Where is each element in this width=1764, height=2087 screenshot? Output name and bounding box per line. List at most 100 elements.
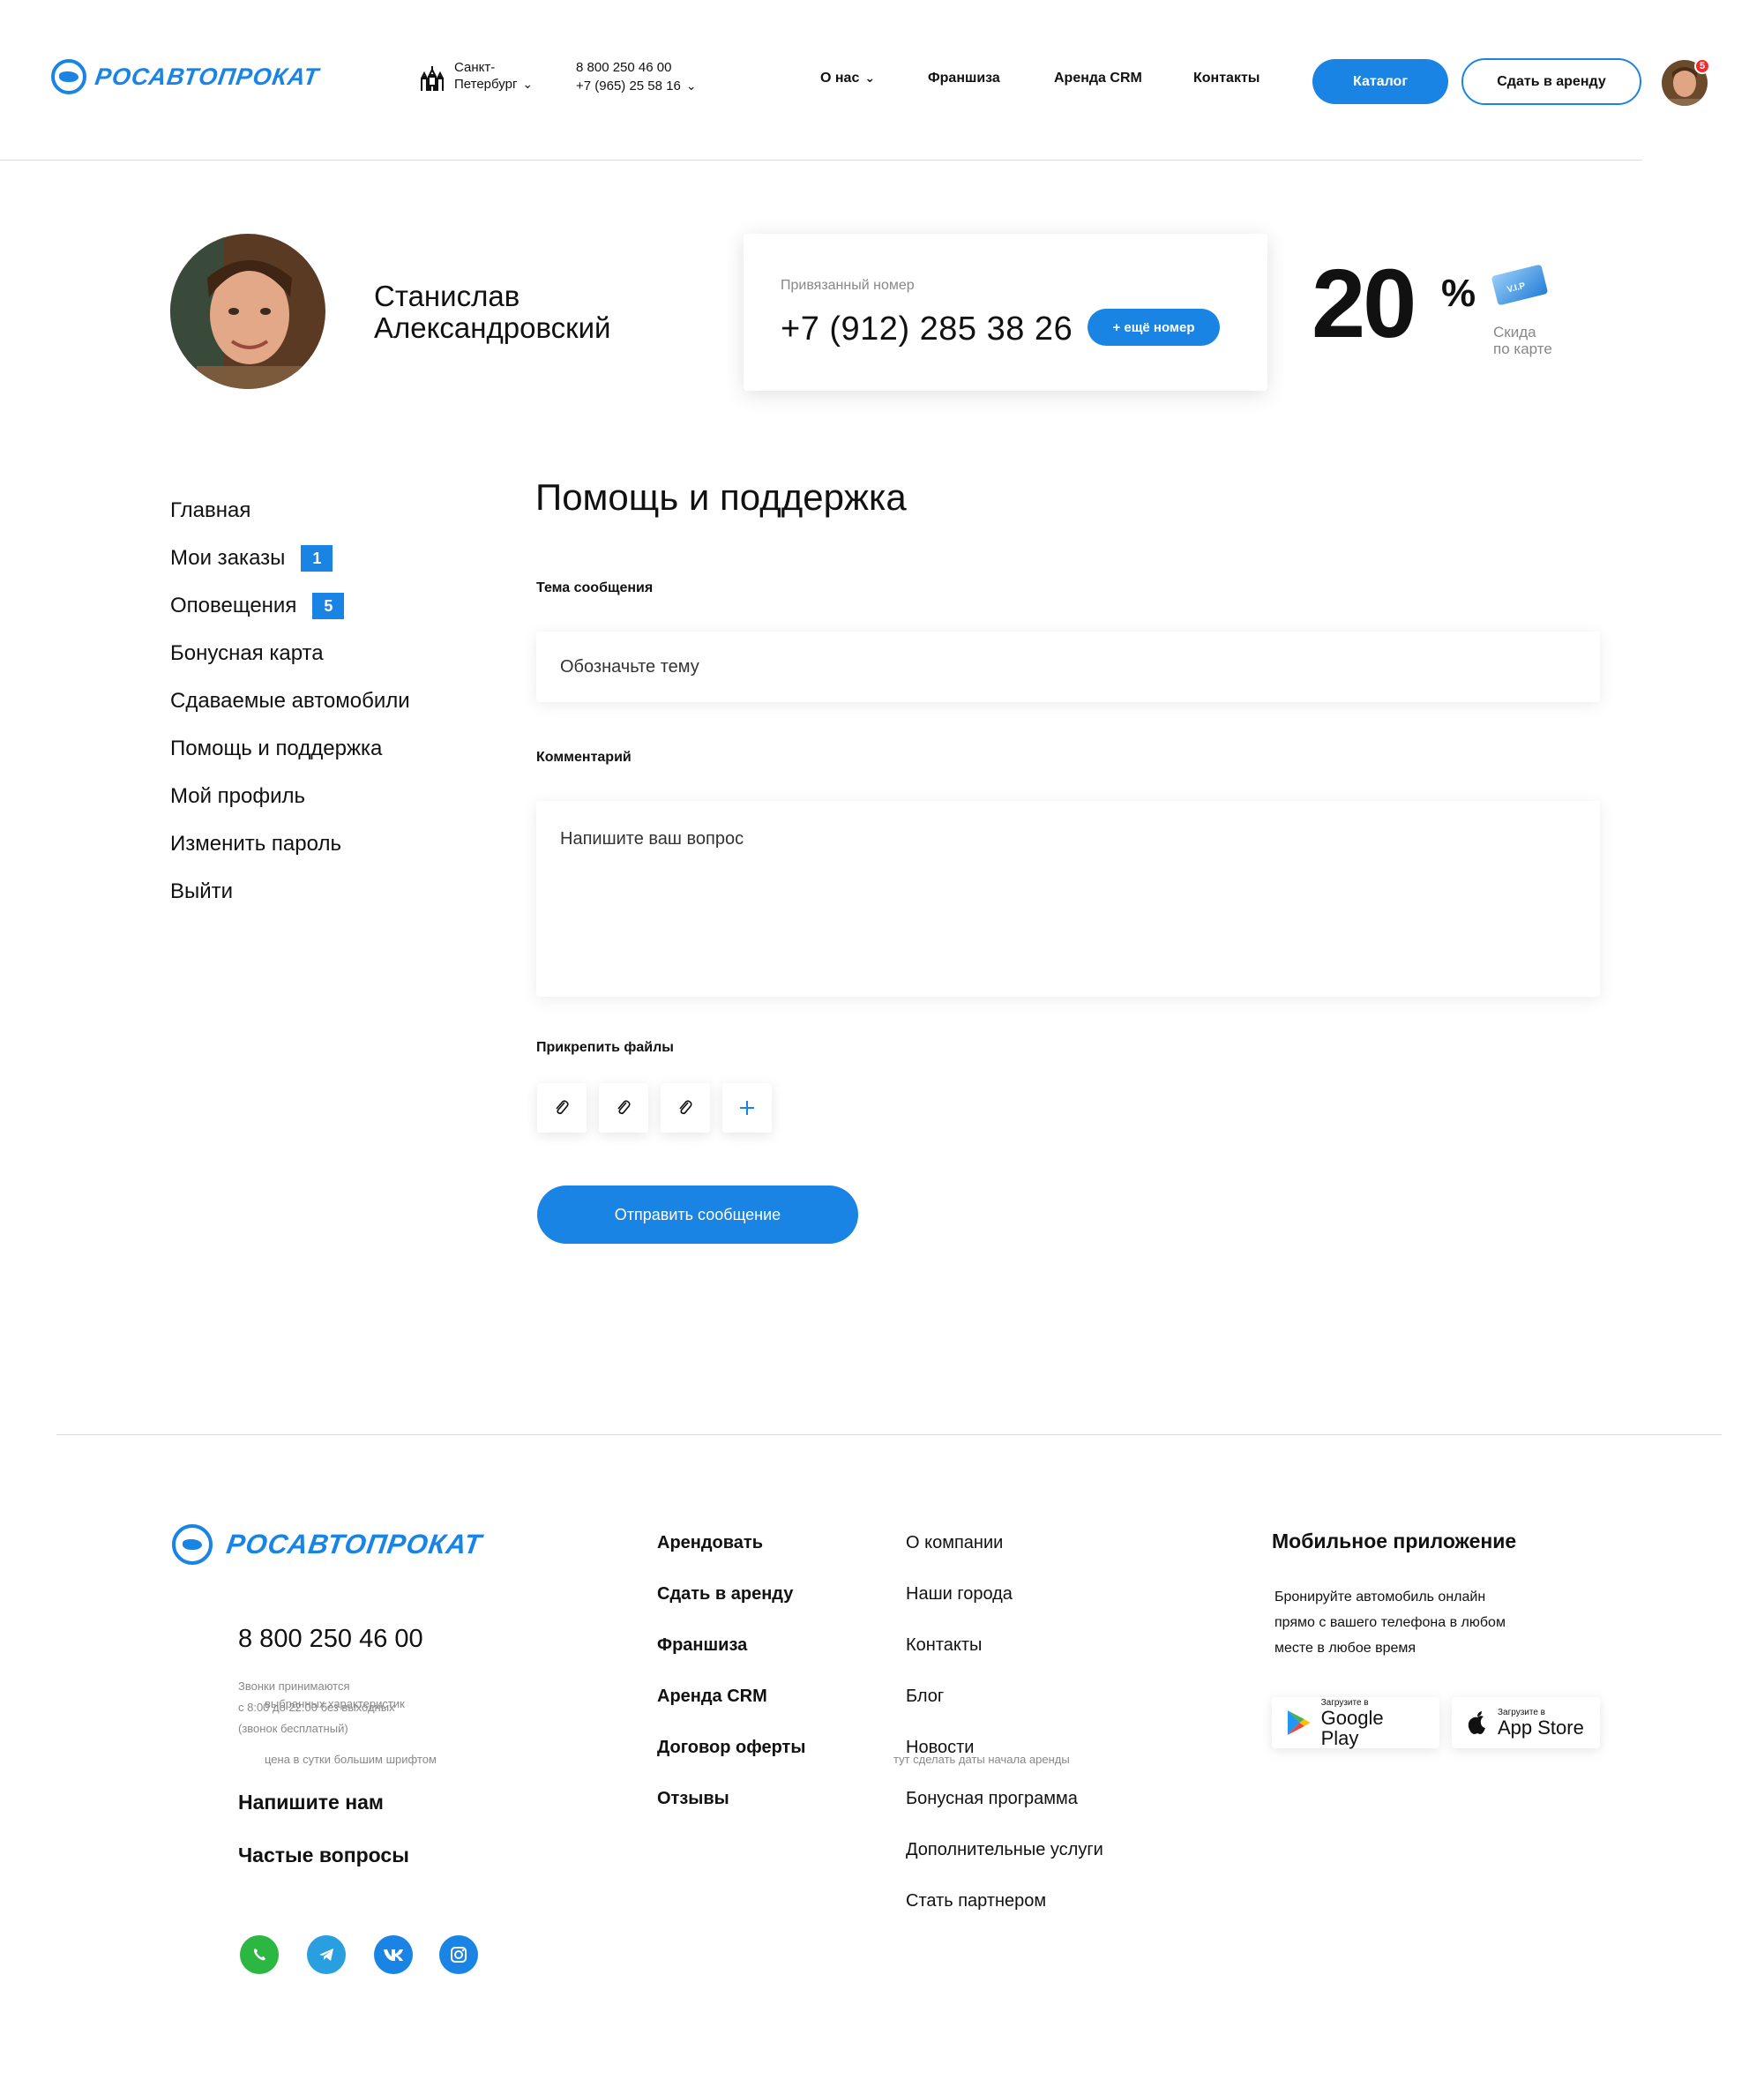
footer-link-rent-out[interactable]: Сдать в аренду: [657, 1584, 805, 1635]
sidebar-item-orders[interactable]: Мои заказы 1: [170, 535, 410, 582]
logo-text: РОСАВТОПРОКАТ: [93, 63, 321, 90]
sidebar-item-label: Бонусная карта: [170, 641, 324, 665]
attachment-slot-2[interactable]: [599, 1083, 648, 1133]
footer-links-col2: О компании Наши города Контакты Блог Нов…: [906, 1533, 1103, 1942]
user-last-name: Александровский: [374, 311, 611, 344]
sidebar-item-logout[interactable]: Выйти: [170, 868, 410, 916]
nav-franchise[interactable]: Франшиза: [928, 71, 1000, 86]
paperclip-icon: [679, 1100, 692, 1115]
sidebar-item-label: Мои заказы: [170, 546, 286, 570]
sidebar-item-label: Оповещения: [170, 594, 297, 617]
subject-label: Тема сообщения: [536, 580, 654, 595]
google-play-button[interactable]: Загрузите в Google Play: [1272, 1697, 1439, 1748]
add-attachment-button[interactable]: [722, 1083, 772, 1133]
sidebar-item-notifications[interactable]: Оповещения 5: [170, 582, 410, 630]
instagram-icon[interactable]: [439, 1935, 478, 1974]
logo-emblem-icon: [51, 59, 86, 94]
nav-about-label: О нас: [820, 71, 860, 86]
footer-phone[interactable]: 8 800 250 46 00: [238, 1625, 423, 1654]
design-note-1: цена в сутки большим шрифтом: [265, 1753, 437, 1766]
footer-link-franchise[interactable]: Франшиза: [657, 1635, 805, 1687]
sidebar-item-rented-cars[interactable]: Сдаваемые автомобили: [170, 677, 410, 725]
sidebar-item-label: Помощь и поддержка: [170, 737, 383, 760]
footer-link-cities[interactable]: Наши города: [906, 1584, 1103, 1635]
sidebar-item-label: Мой профиль: [170, 784, 306, 808]
sidebar-item-bonus-card[interactable]: Бонусная карта: [170, 630, 410, 677]
footer-link-services[interactable]: Дополнительные услуги: [906, 1840, 1103, 1891]
linked-phone-card: Привязанный номер +7 (912) 285 38 26 + е…: [744, 234, 1267, 391]
mobile-app-text: Бронируйте автомобиль онлайн прямо с ваш…: [1274, 1584, 1506, 1661]
hours-line3: (звонок бесплатный): [238, 1722, 348, 1735]
footer-link-bonus[interactable]: Бонусная программа: [906, 1789, 1103, 1840]
sidebar-item-profile[interactable]: Мой профиль: [170, 773, 410, 820]
comment-textarea[interactable]: Напишите ваш вопрос: [536, 801, 1600, 997]
footer-link-blog[interactable]: Блог: [906, 1687, 1103, 1738]
footer-link-crm[interactable]: Аренда CRM: [657, 1687, 805, 1738]
linked-phone-label: Привязанный номер: [781, 278, 915, 293]
nav-contacts[interactable]: Контакты: [1193, 71, 1259, 86]
paperclip-icon: [617, 1100, 631, 1115]
attachment-slot-3[interactable]: [661, 1083, 710, 1133]
write-us-link[interactable]: Напишите нам: [238, 1791, 384, 1814]
vk-icon[interactable]: [374, 1935, 413, 1974]
footer-logo[interactable]: РОСАВТОПРОКАТ: [172, 1524, 484, 1565]
google-play-icon: [1287, 1710, 1311, 1735]
city-kremlin-icon: [421, 66, 444, 91]
notification-badge: 5: [1694, 58, 1710, 74]
sidebar-item-label: Выйти: [170, 879, 234, 903]
apple-icon: [1468, 1711, 1485, 1734]
orders-count-badge: 1: [301, 545, 333, 572]
nav-crm[interactable]: Аренда CRM: [1054, 71, 1142, 86]
linked-phone-number: +7 (912) 285 38 26: [781, 310, 1073, 348]
design-note-2: тут сделать даты начала аренды: [893, 1753, 1070, 1766]
attachment-slot-1[interactable]: [537, 1083, 587, 1133]
phone-primary[interactable]: 8 800 250 46 00: [576, 58, 697, 77]
footer-link-contacts[interactable]: Контакты: [906, 1635, 1103, 1687]
user-avatar: [170, 234, 325, 389]
footer-link-offer[interactable]: Договор оферты: [657, 1738, 805, 1789]
sidebar-item-home[interactable]: Главная: [170, 487, 410, 535]
whatsapp-icon[interactable]: [240, 1935, 279, 1974]
subject-input[interactable]: Обозначьте тему: [536, 632, 1600, 702]
header-logo[interactable]: РОСАВТОПРОКАТ: [51, 59, 321, 94]
add-phone-button[interactable]: + ещё номер: [1088, 309, 1220, 346]
sidebar-item-change-password[interactable]: Изменить пароль: [170, 820, 410, 868]
logo-emblem-icon: [172, 1524, 213, 1565]
footer-link-partner[interactable]: Стать партнером: [906, 1891, 1103, 1942]
footer-link-rent[interactable]: Арендовать: [657, 1533, 805, 1584]
telegram-icon[interactable]: [307, 1935, 346, 1974]
discount-value: 20: [1312, 250, 1416, 358]
send-message-button[interactable]: Отправить сообщение: [537, 1186, 858, 1244]
attach-label: Прикрепить файлы: [536, 1040, 674, 1055]
app-text-line3: месте в любое время: [1274, 1641, 1416, 1656]
app-store-button[interactable]: Загрузите в App Store: [1452, 1697, 1600, 1748]
header-phones[interactable]: 8 800 250 46 00 +7 (965) 25 58 16 ⌄: [576, 58, 697, 95]
nav-about[interactable]: О нас ⌄: [820, 71, 875, 86]
header-divider: [0, 160, 1642, 161]
footer-link-reviews[interactable]: Отзывы: [657, 1789, 805, 1840]
rent-out-button[interactable]: Сдать в аренду: [1461, 58, 1641, 105]
page-title: Помощь и поддержка: [535, 476, 907, 518]
footer-links-col1: Арендовать Сдать в аренду Франшиза Аренд…: [657, 1533, 805, 1840]
notifications-count-badge: 5: [312, 593, 345, 619]
google-play-small: Загрузите в: [1320, 1697, 1369, 1708]
mobile-app-title: Мобильное приложение: [1272, 1530, 1517, 1552]
user-first-name: Станислав: [374, 280, 520, 312]
google-play-big: Google Play: [1320, 1706, 1384, 1749]
discount-caption: Скида по карте: [1493, 324, 1552, 357]
phone-secondary[interactable]: +7 (965) 25 58 16: [576, 79, 681, 94]
catalog-button[interactable]: Каталог: [1312, 59, 1448, 104]
sidebar-item-label: Изменить пароль: [170, 832, 341, 856]
avatar-photo-icon: [170, 234, 325, 389]
footer-divider: [56, 1434, 1722, 1435]
faq-link[interactable]: Частые вопросы: [238, 1844, 409, 1867]
chevron-down-icon: ⌄: [685, 79, 697, 93]
city-line2: Петербург: [454, 77, 518, 92]
sidebar-item-label: Сдаваемые автомобили: [170, 689, 410, 713]
sidebar-item-support[interactable]: Помощь и поддержка: [170, 725, 410, 773]
plus-icon: [740, 1101, 754, 1115]
app-text-line2: прямо с вашего телефона в любом: [1274, 1615, 1506, 1630]
footer-link-about[interactable]: О компании: [906, 1533, 1103, 1584]
vip-card-icon: V.I.P: [1489, 263, 1551, 307]
city-selector[interactable]: Санкт- Петербург ⌄: [419, 59, 533, 93]
